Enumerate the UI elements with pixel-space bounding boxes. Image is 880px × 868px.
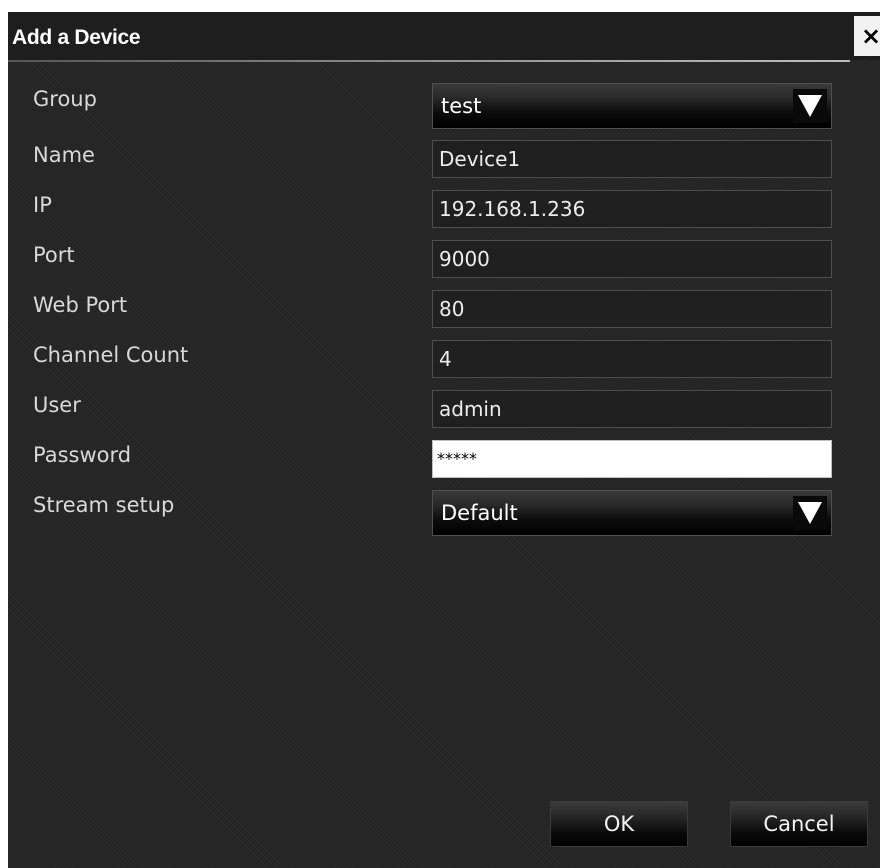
triangle-down-icon <box>798 95 822 117</box>
group-label: Group <box>33 87 97 111</box>
ip-field[interactable]: 192.168.1.236 <box>432 190 832 228</box>
close-icon: × <box>860 22 880 50</box>
group-select-value: test <box>441 94 482 118</box>
group-dropdown-button[interactable] <box>793 89 827 123</box>
port-field[interactable]: 9000 <box>432 240 832 278</box>
web-port-field[interactable]: 80 <box>432 290 832 328</box>
name-field[interactable]: Device1 <box>432 140 832 178</box>
password-label: Password <box>33 443 132 467</box>
web-port-label: Web Port <box>33 293 128 317</box>
user-label: User <box>33 393 81 417</box>
dialog-titlebar: Add a Device <box>8 12 880 60</box>
stream-setup-select-value: Default <box>441 501 518 525</box>
channel-count-field[interactable]: 4 <box>432 340 832 378</box>
title-divider <box>8 60 850 62</box>
group-select[interactable]: test <box>432 83 832 129</box>
dialog-title: Add a Device <box>12 26 141 49</box>
user-field[interactable]: admin <box>432 390 832 428</box>
channel-count-label: Channel Count <box>33 343 189 367</box>
stream-setup-select[interactable]: Default <box>432 490 832 536</box>
close-button[interactable]: × <box>854 16 880 56</box>
port-label: Port <box>33 243 75 267</box>
cancel-button[interactable]: Cancel <box>730 801 868 847</box>
ok-button[interactable]: OK <box>550 801 688 847</box>
name-label: Name <box>33 143 95 167</box>
ip-label: IP <box>33 193 52 217</box>
stream-setup-label: Stream setup <box>33 493 175 517</box>
stream-setup-dropdown-button[interactable] <box>793 496 827 530</box>
triangle-down-icon <box>798 502 822 524</box>
add-device-dialog: Add a Device × Group test Name Device1 I… <box>8 12 880 868</box>
password-field[interactable]: ***** <box>432 440 832 478</box>
